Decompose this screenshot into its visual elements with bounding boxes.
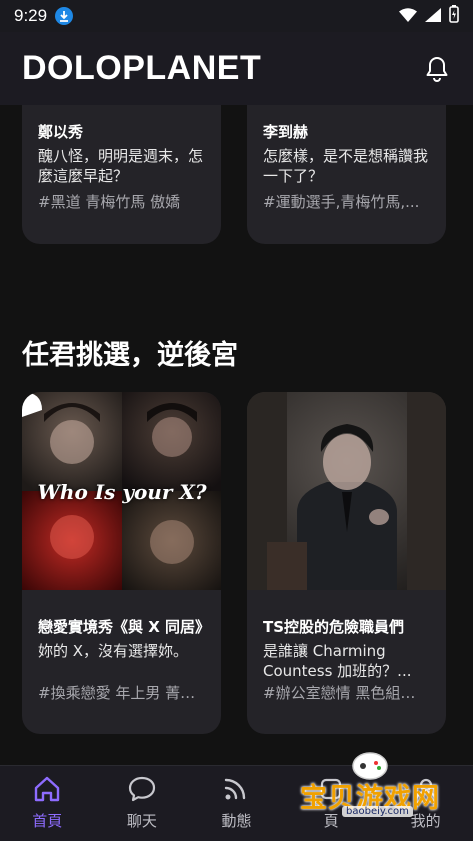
nav-profile-label: 我的 bbox=[410, 812, 441, 830]
brand-logo: DOLOPLANET bbox=[22, 49, 262, 87]
story-desc: 妳的 X，沒有選擇妳。 bbox=[38, 642, 189, 660]
nav-fourth-label: 頁 bbox=[323, 812, 339, 830]
story-tags: #換乘戀愛 年上男 菁… bbox=[38, 684, 196, 702]
app-header: DOLOPLANET bbox=[0, 32, 473, 105]
character-name: 鄭以秀 bbox=[38, 123, 84, 141]
nav-chat[interactable]: 聊天 bbox=[95, 766, 190, 841]
story-card[interactable]: Who Is your X? 戀愛實境秀《與 X 同居》 妳的 X，沒有選擇妳。… bbox=[22, 392, 221, 734]
character-name: 李到赫 bbox=[263, 123, 309, 141]
character-tags: #運動選手,青梅竹馬,... bbox=[263, 193, 420, 211]
character-card[interactable]: 鄭以秀 醜八怪，明明是週末，怎麼這麼早起？ #黑道 青梅竹馬 傲嬌 bbox=[22, 105, 221, 244]
nav-fourth[interactable]: 頁 bbox=[284, 766, 379, 841]
bottom-navigation: 首頁 聊天 動態 頁 我的 bbox=[0, 765, 473, 841]
battery-icon bbox=[449, 5, 459, 27]
nav-profile[interactable]: 我的 bbox=[378, 766, 473, 841]
chat-bubble-icon bbox=[128, 776, 156, 806]
story-title: TS控股的危險職員們 bbox=[263, 618, 405, 636]
story-desc: 是誰讓 Charming Countess 加班的？... bbox=[263, 642, 412, 680]
story-cover-image bbox=[247, 392, 446, 590]
status-bar: 9:29 bbox=[0, 0, 473, 32]
nav-home[interactable]: 首頁 bbox=[0, 766, 95, 841]
profile-icon bbox=[412, 776, 440, 806]
nav-chat-label: 聊天 bbox=[126, 812, 157, 830]
story-title: 戀愛實境秀《與 X 同居》 bbox=[38, 618, 211, 636]
character-desc: 醜八怪，明明是週末，怎麼這麼早起？ bbox=[38, 147, 204, 185]
home-feed[interactable]: 鄭以秀 醜八怪，明明是週末，怎麼這麼早起？ #黑道 青梅竹馬 傲嬌 李到赫 怎麼… bbox=[0, 105, 473, 765]
story-cover-image: Who Is your X? bbox=[22, 392, 221, 590]
download-icon bbox=[55, 7, 74, 25]
character-tags: #黑道 青梅竹馬 傲嬌 bbox=[38, 193, 181, 211]
badge-icon bbox=[317, 776, 345, 806]
status-time: 9:29 bbox=[14, 6, 48, 25]
character-card[interactable]: 李到赫 怎麼樣，是不是想稱讚我一下了？ #運動選手,青梅竹馬,... bbox=[247, 105, 446, 244]
story-tags: #辦公室戀情 黑色組… bbox=[263, 684, 416, 702]
nav-feed[interactable]: 動態 bbox=[189, 766, 284, 841]
character-desc: 怎麼樣，是不是想稱讚我一下了？ bbox=[263, 147, 429, 185]
signal-icon bbox=[425, 7, 441, 26]
wifi-icon bbox=[399, 7, 417, 26]
home-icon bbox=[33, 776, 61, 806]
nav-home-label: 首頁 bbox=[32, 812, 63, 830]
story-cover-caption: Who Is your X? bbox=[37, 480, 207, 504]
section-title: 任君挑選，逆後宮 bbox=[22, 340, 238, 371]
nav-feed-label: 動態 bbox=[221, 812, 252, 830]
feed-icon bbox=[222, 776, 250, 806]
notification-bell-icon[interactable] bbox=[423, 55, 451, 83]
story-card[interactable]: TS控股的危險職員們 是誰讓 Charming Countess 加班的？...… bbox=[247, 392, 446, 734]
